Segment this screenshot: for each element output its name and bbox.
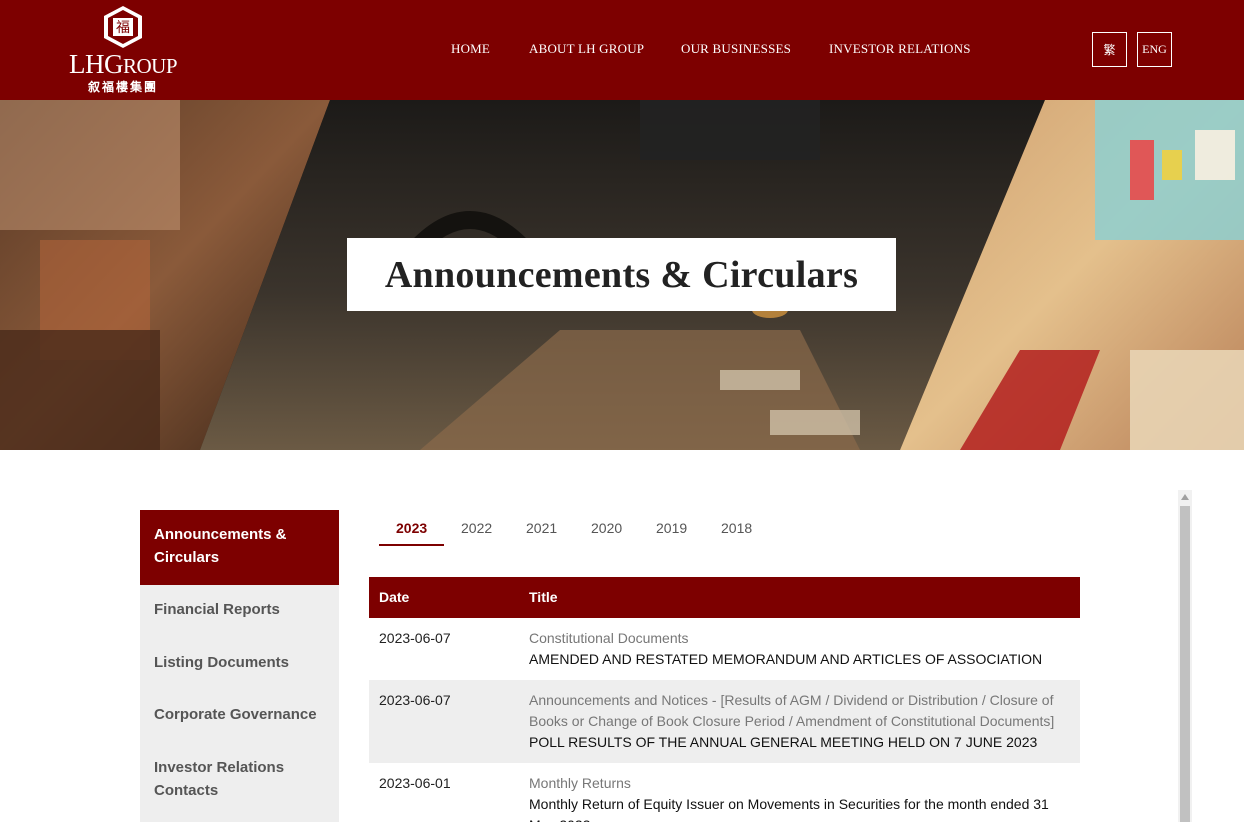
content-scrollbar[interactable] — [1178, 490, 1192, 822]
triangle-up-icon — [1181, 494, 1189, 500]
tab-2019[interactable]: 2019 — [656, 520, 687, 536]
hero-banner: Announcements & Circulars — [0, 100, 1244, 450]
logo-chinese-name: 叙福樓集團 — [87, 80, 158, 94]
sidebar-item-financial-reports[interactable]: Financial Reports — [140, 599, 339, 622]
tab-2023[interactable]: 2023 — [396, 520, 427, 536]
tab-2020[interactable]: 2020 — [591, 520, 622, 536]
investor-sidebar: Announcements & Circulars Financial Repo… — [140, 510, 339, 822]
year-tabs: 2023 2022 2021 2020 2019 2018 — [379, 516, 799, 548]
document-link[interactable]: Monthly Return of Equity Issuer on Movem… — [529, 794, 1064, 822]
row-title-cell: Announcements and Notices - [Results of … — [529, 690, 1064, 753]
logo-emblem-char: 福 — [116, 20, 130, 36]
page-title: Announcements & Circulars — [347, 238, 896, 311]
row-category: Monthly Returns — [529, 775, 631, 791]
table-header: Date Title — [369, 577, 1080, 618]
nav-about[interactable]: ABOUT LH GROUP — [529, 41, 644, 57]
row-category: Announcements and Notices - [Results of … — [529, 692, 1055, 729]
row-category: Constitutional Documents — [529, 630, 689, 646]
document-link[interactable]: POLL RESULTS OF THE ANNUAL GENERAL MEETI… — [529, 732, 1064, 753]
tab-2021[interactable]: 2021 — [526, 520, 557, 536]
site-header: 福 LHGROUP 叙福樓集團 HOME ABOUT LH GROUP OUR … — [0, 0, 1244, 100]
active-tab-indicator — [379, 544, 444, 546]
nav-investor-relations[interactable]: INVESTOR RELATIONS — [829, 41, 971, 57]
column-header-title: Title — [529, 589, 558, 605]
column-header-date: Date — [379, 589, 410, 605]
table-row: 2023-06-07 Announcements and Notices - [… — [369, 680, 1080, 763]
scroll-thumb[interactable] — [1180, 506, 1190, 822]
row-title-cell: Constitutional Documents AMENDED AND RES… — [529, 628, 1064, 670]
sidebar-item-announcements-circulars[interactable]: Announcements & Circulars — [140, 510, 339, 585]
main-nav: HOME ABOUT LH GROUP OUR BUSINESSES INVES… — [0, 41, 1244, 61]
table-row: 2023-06-01 Monthly Returns Monthly Retur… — [369, 763, 1080, 822]
row-date: 2023-06-01 — [379, 775, 451, 791]
lang-traditional-chinese-button[interactable]: 繁 — [1092, 32, 1127, 67]
nav-our-businesses[interactable]: OUR BUSINESSES — [681, 41, 791, 57]
row-date: 2023-06-07 — [379, 692, 451, 708]
row-title-cell: Monthly Returns Monthly Return of Equity… — [529, 773, 1064, 822]
tab-2022[interactable]: 2022 — [461, 520, 492, 536]
sidebar-item-listing-documents[interactable]: Listing Documents — [140, 652, 339, 675]
tab-2018[interactable]: 2018 — [721, 520, 752, 536]
sidebar-item-corporate-governance[interactable]: Corporate Governance — [140, 704, 339, 727]
sidebar-item-investor-relations-contacts[interactable]: Investor Relations Contacts — [140, 757, 339, 802]
nav-home[interactable]: HOME — [451, 41, 490, 57]
lang-english-button[interactable]: ENG — [1137, 32, 1172, 67]
document-link[interactable]: AMENDED AND RESTATED MEMORANDUM AND ARTI… — [529, 649, 1064, 670]
row-date: 2023-06-07 — [379, 630, 451, 646]
scroll-up-button[interactable] — [1178, 490, 1192, 504]
table-row: 2023-06-07 Constitutional Documents AMEN… — [369, 618, 1080, 680]
